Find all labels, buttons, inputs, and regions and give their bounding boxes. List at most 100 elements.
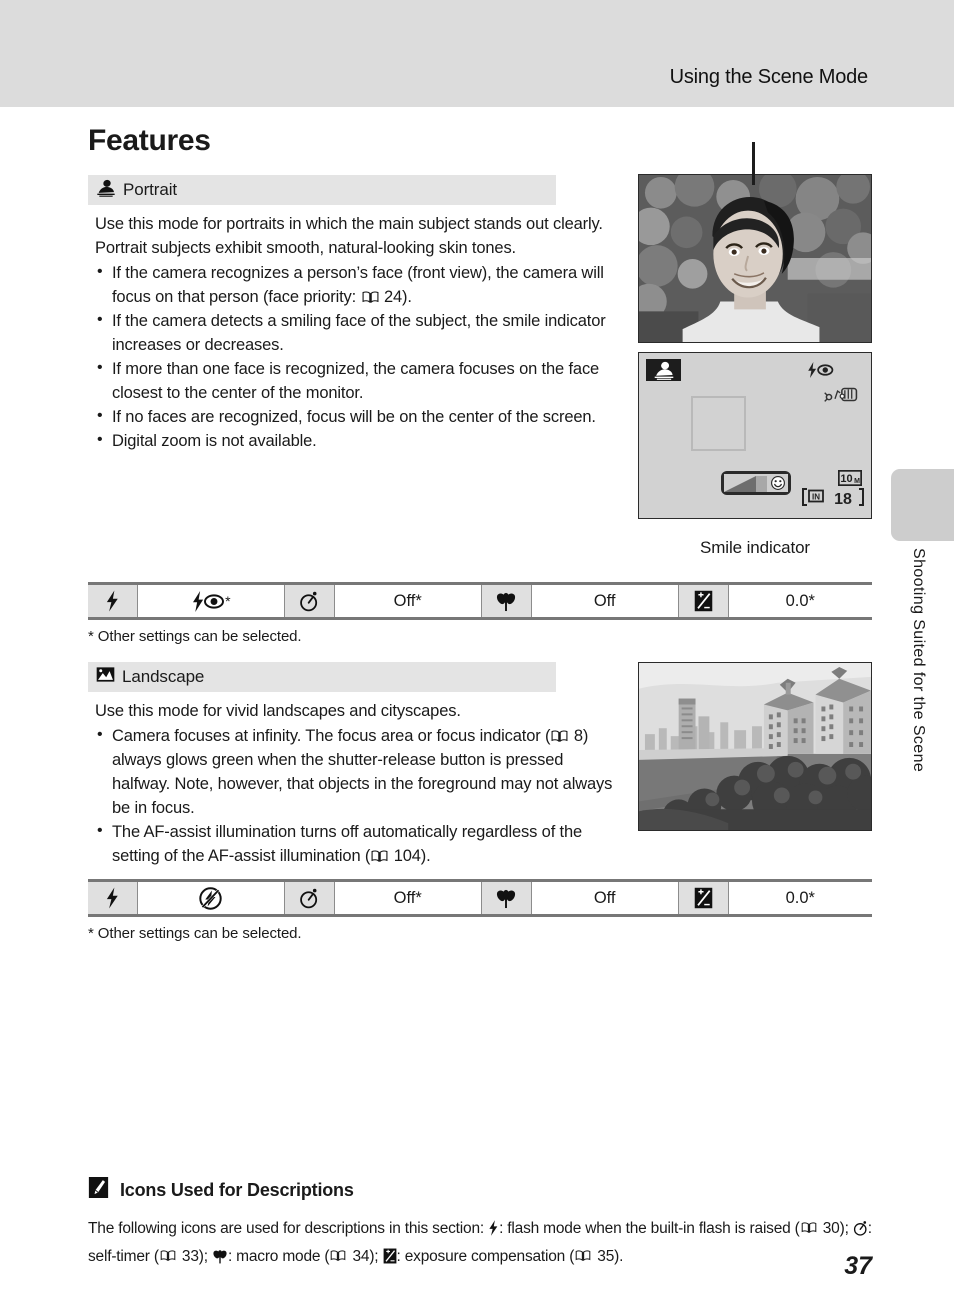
page-header-band bbox=[0, 0, 954, 107]
page-reference-book-icon bbox=[160, 1250, 177, 1262]
macro-mode-value: Off bbox=[531, 882, 679, 914]
note-item-text: : flash mode when the built-in flash is … bbox=[499, 1220, 800, 1237]
exposure-compensation-icon bbox=[678, 585, 729, 617]
smile-level-bar bbox=[724, 476, 767, 492]
self-timer-value: Off* bbox=[334, 585, 482, 617]
exposure-compensation-icon bbox=[383, 1247, 397, 1272]
self-timer-icon bbox=[284, 882, 335, 914]
flash-mode-icon bbox=[488, 1219, 499, 1244]
bullet-text: If the camera recognizes a person’s face… bbox=[112, 264, 604, 306]
note-item-tail: ); bbox=[198, 1248, 212, 1265]
landscape-bullet-list: Camera focuses at infinity. The focus ar… bbox=[95, 723, 625, 868]
svg-text:10: 10 bbox=[840, 473, 852, 485]
monitor-focus-area-frame bbox=[691, 396, 746, 451]
flash-auto-red-eye-value: * bbox=[137, 585, 285, 617]
page-reference-book-icon bbox=[575, 1250, 592, 1262]
side-tab-marker bbox=[891, 469, 954, 541]
monitor-vibration-reduction-icon bbox=[823, 385, 859, 409]
page-reference-book-icon bbox=[330, 1250, 347, 1262]
note-body: The following icons are used for descrip… bbox=[88, 1216, 872, 1272]
side-tab-label: Shooting Suited for the Scene bbox=[910, 548, 927, 773]
note-item-tail: ). bbox=[614, 1248, 624, 1265]
page-reference-number: 8 bbox=[573, 727, 583, 745]
page-reference-book-icon bbox=[551, 730, 568, 742]
portrait-intro: Use this mode for portraits in which the… bbox=[95, 215, 603, 257]
section-header-landscape: Landscape bbox=[88, 662, 556, 692]
manual-page: Using the Scene Mode Features Portrait U… bbox=[0, 0, 954, 1314]
monitor-shots-remaining: IN 18 bbox=[801, 487, 865, 507]
page-reference-book-icon bbox=[371, 850, 388, 862]
note-item-tail: ); bbox=[839, 1220, 853, 1237]
portrait-settings-table: * Off* Off 0.0* bbox=[88, 582, 873, 620]
camera-monitor-mockup: 10 M IN 18 bbox=[638, 352, 872, 519]
list-item: If the camera recognizes a person’s face… bbox=[95, 260, 625, 309]
pencil-note-icon bbox=[88, 1176, 109, 1204]
page-title: Features bbox=[88, 124, 211, 157]
section-title-portrait: Portrait bbox=[123, 180, 177, 199]
page-reference-number: 24 bbox=[383, 288, 402, 306]
svg-text:IN: IN bbox=[812, 493, 820, 502]
landscape-settings-footnote: * Other settings can be selected. bbox=[88, 925, 302, 942]
macro-mode-icon bbox=[212, 1247, 228, 1272]
page-reference-number: 30 bbox=[822, 1220, 840, 1237]
bullet-text-tail: ). bbox=[402, 288, 412, 306]
monitor-flash-red-eye-icon bbox=[807, 362, 834, 383]
bullet-text: Camera focuses at infinity. The focus ar… bbox=[112, 727, 551, 745]
monitor-smile-indicator bbox=[721, 471, 791, 495]
page-reference-book-icon bbox=[362, 291, 379, 303]
note-item-text: : macro mode ( bbox=[227, 1248, 330, 1265]
page-reference-number: 35 bbox=[597, 1248, 615, 1265]
portrait-body: Use this mode for portraits in which the… bbox=[95, 212, 625, 453]
list-item: Camera focuses at infinity. The focus ar… bbox=[95, 723, 625, 820]
self-timer-icon bbox=[284, 585, 335, 617]
landscape-mode-icon bbox=[96, 666, 115, 688]
flash-mode-icon bbox=[88, 882, 138, 914]
self-timer-icon bbox=[853, 1219, 868, 1244]
landscape-intro: Use this mode for vivid landscapes and c… bbox=[95, 702, 461, 720]
note-header: Icons Used for Descriptions bbox=[88, 1176, 872, 1204]
bullet-text: Digital zoom is not available. bbox=[112, 432, 317, 450]
smile-indicator-leader-line bbox=[752, 142, 755, 185]
note-lead-text: The following icons are used for descrip… bbox=[88, 1220, 489, 1237]
svg-text:M: M bbox=[854, 478, 860, 485]
list-item: If no faces are recognized, focus will b… bbox=[95, 404, 625, 429]
list-item: The AF-assist illumination turns off aut… bbox=[95, 819, 625, 868]
list-item: If more than one face is recognized, the… bbox=[95, 356, 625, 405]
self-timer-value: Off* bbox=[334, 882, 482, 914]
note-title: Icons Used for Descriptions bbox=[120, 1179, 354, 1200]
page-reference-number: 34 bbox=[352, 1248, 370, 1265]
landscape-body: Use this mode for vivid landscapes and c… bbox=[95, 699, 625, 868]
landscape-settings-table: Off* Off 0.0* bbox=[88, 879, 873, 917]
page-reference-book-icon bbox=[801, 1222, 818, 1234]
flash-off-value bbox=[137, 882, 285, 914]
macro-mode-value: Off bbox=[531, 585, 679, 617]
footnote-marker: * bbox=[225, 593, 231, 609]
page-reference-number: 33 bbox=[181, 1248, 199, 1265]
svg-text:18: 18 bbox=[834, 491, 852, 507]
exposure-compensation-icon bbox=[678, 882, 729, 914]
section-header-portrait: Portrait bbox=[88, 175, 556, 205]
portrait-settings-footnote: * Other settings can be selected. bbox=[88, 628, 302, 645]
list-item: Digital zoom is not available. bbox=[95, 428, 625, 453]
monitor-scene-mode-badge bbox=[646, 359, 681, 381]
bullet-text: If more than one face is recognized, the… bbox=[112, 360, 600, 402]
portrait-sample-photo bbox=[638, 174, 872, 343]
smiley-face-icon bbox=[770, 475, 786, 496]
macro-mode-icon bbox=[481, 882, 532, 914]
section-title-landscape: Landscape bbox=[122, 667, 205, 686]
page-reference-number: 104 bbox=[393, 847, 421, 865]
note-item-tail: ); bbox=[369, 1248, 383, 1265]
page-number: 37 bbox=[844, 1252, 872, 1280]
note-item-text: : exposure compensation ( bbox=[396, 1248, 575, 1265]
portrait-bullet-list: If the camera recognizes a person’s face… bbox=[95, 260, 625, 453]
portrait-mode-icon bbox=[96, 178, 116, 202]
bullet-text: If no faces are recognized, focus will b… bbox=[112, 408, 596, 426]
running-header-title: Using the Scene Mode bbox=[669, 66, 869, 88]
icons-note-block: Icons Used for Descriptions The followin… bbox=[88, 1176, 872, 1272]
list-item: If the camera detects a smiling face of … bbox=[95, 308, 625, 357]
bullet-text: If the camera detects a smiling face of … bbox=[112, 312, 606, 354]
exposure-compensation-value: 0.0* bbox=[728, 585, 873, 617]
macro-mode-icon bbox=[481, 585, 532, 617]
smile-indicator-caption: Smile indicator bbox=[700, 538, 810, 557]
landscape-sample-photo bbox=[638, 662, 872, 831]
